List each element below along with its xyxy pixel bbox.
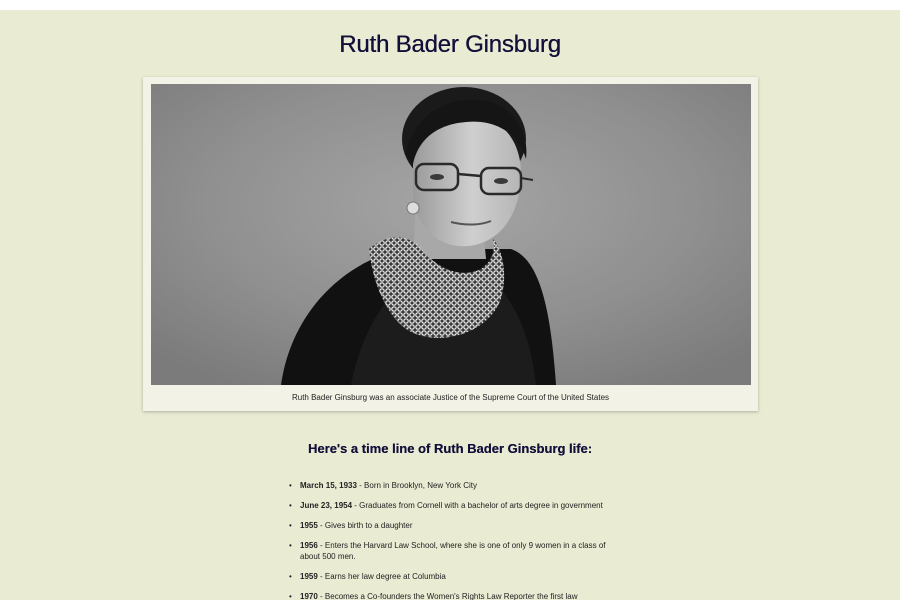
timeline-text: - Enters the Harvard Law School, where s…	[300, 541, 606, 561]
timeline-date: 1956	[300, 541, 318, 550]
timeline-item: • 1955 - Gives birth to a daughter	[288, 520, 608, 531]
timeline-item: • 1956 - Enters the Harvard Law School, …	[288, 540, 608, 562]
image-caption: Ruth Bader Ginsburg was an associate Jus…	[291, 393, 610, 402]
bullet-icon: •	[289, 501, 292, 510]
timeline-item: • 1970 - Becomes a Co-founders the Women…	[288, 591, 608, 600]
timeline-date: 1959	[300, 572, 318, 581]
timeline-text: - Graduates from Cornell with a bachelor…	[352, 501, 603, 510]
timeline-text: - Becomes a Co-founders the Women's Righ…	[317, 592, 578, 600]
timeline-text: - Born in Brooklyn, New York City	[356, 481, 477, 490]
timeline-date: 1955	[300, 521, 318, 530]
page-container: Ruth Bader Ginsburg Ruth Bader Ginsburg …	[0, 10, 900, 600]
bullet-icon: •	[289, 572, 292, 581]
bullet-icon: •	[289, 541, 292, 550]
timeline-item: • 1959 - Earns her law degree at Columbi…	[288, 571, 608, 582]
timeline-item: • March 15, 1933 - Born in Brooklyn, New…	[288, 480, 608, 491]
timeline-text: - Gives birth to a daughter	[317, 521, 413, 530]
bullet-icon: •	[289, 521, 292, 530]
timeline-list: • March 15, 1933 - Born in Brooklyn, New…	[288, 480, 608, 600]
bullet-icon: •	[289, 481, 292, 490]
portrait-image	[151, 84, 751, 385]
page-title: Ruth Bader Ginsburg	[339, 31, 561, 58]
timeline-item: • June 23, 1954 - Graduates from Cornell…	[288, 500, 608, 511]
timeline-date: March 15, 1933	[300, 481, 357, 490]
timeline-heading: Here's a time line of Ruth Bader Ginsbur…	[307, 441, 593, 456]
timeline-date: June 23, 1954	[300, 501, 353, 510]
timeline-text: - Earns her law degree at Columbia	[317, 572, 446, 581]
image-figure: Ruth Bader Ginsburg was an associate Jus…	[143, 77, 758, 411]
bullet-icon: •	[289, 592, 292, 600]
timeline-date: 1970	[300, 592, 318, 600]
